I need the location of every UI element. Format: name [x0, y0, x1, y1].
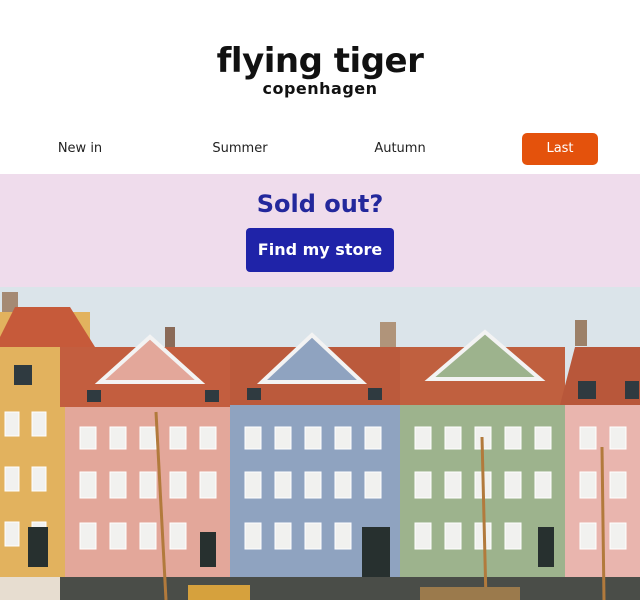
nav-item-summer[interactable]: Summer — [200, 133, 280, 165]
category-nav: New in Summer Autumn Last chance — [0, 120, 640, 188]
logo-wordmark: flying tiger — [216, 41, 424, 81]
nav-item-autumn[interactable]: Autumn — [360, 133, 440, 165]
site-header: flying tiger copenhagen — [0, 0, 640, 120]
promo-banner: Sold out? Find my store — [0, 174, 640, 287]
find-store-button[interactable]: Find my store — [246, 228, 394, 272]
nav-item-last-chance[interactable]: Last chance — [522, 133, 598, 188]
nyhavn-houses-illustration — [0, 287, 640, 600]
brand-logo[interactable]: flying tiger copenhagen — [0, 44, 640, 98]
nav-item-new-in[interactable]: New in — [40, 133, 120, 165]
hero-image[interactable] — [0, 287, 640, 600]
promo-title: Sold out? — [256, 190, 384, 218]
logo-subtitle: copenhagen — [262, 79, 378, 98]
